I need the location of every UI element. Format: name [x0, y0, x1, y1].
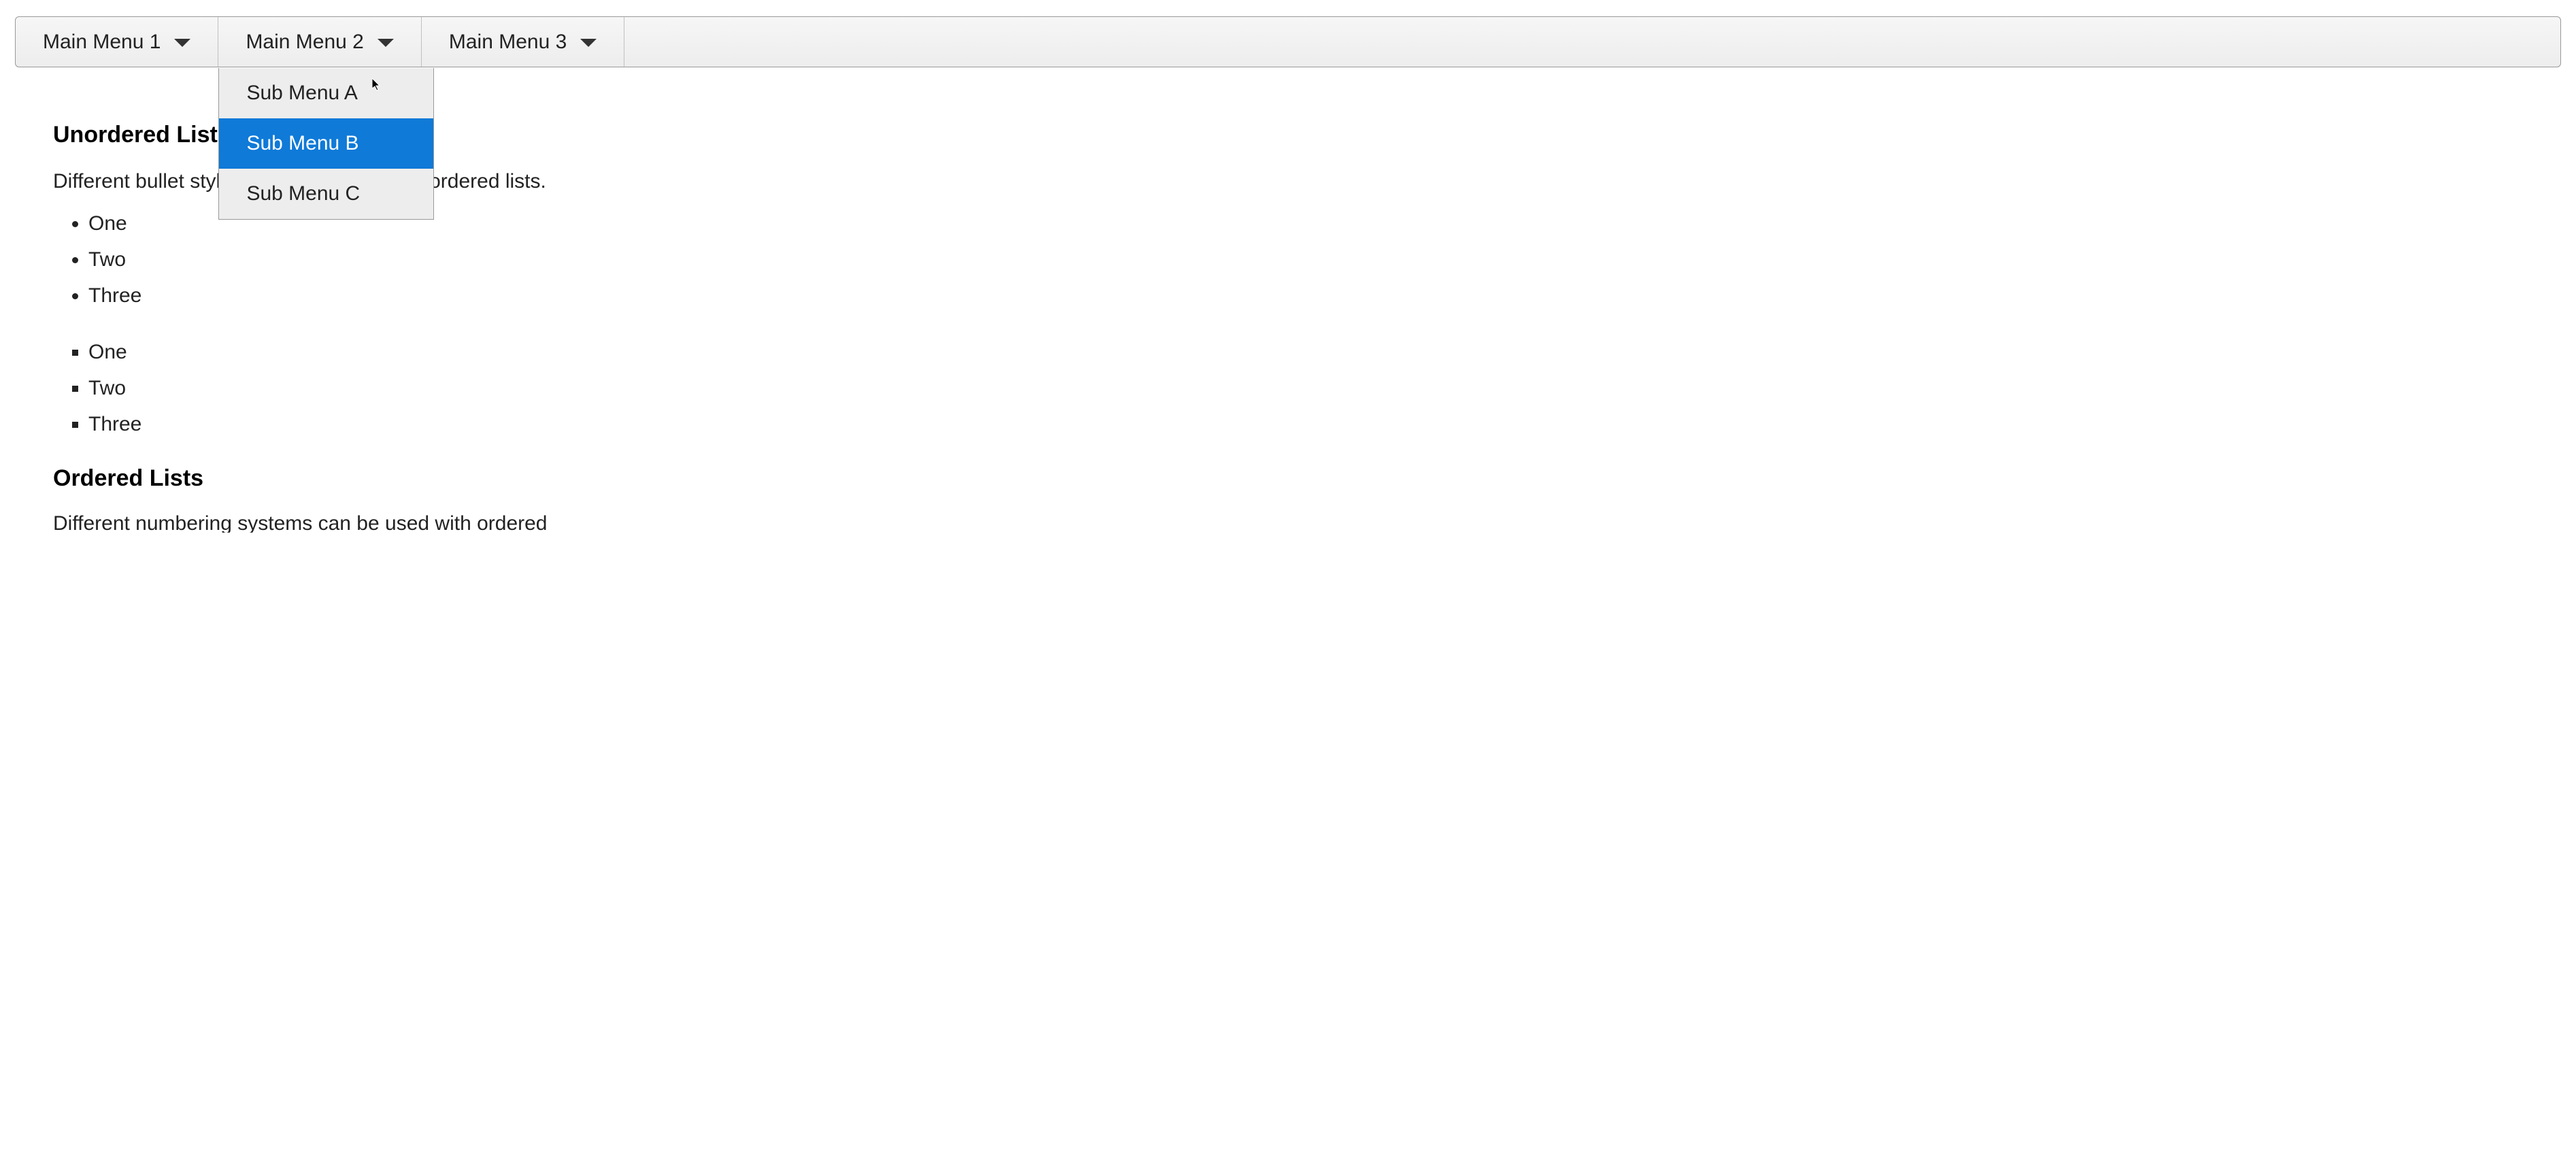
menubar: Main Menu 1 Main Menu 2 Sub Menu A Sub M… [15, 16, 2561, 67]
dropdown-arrow-icon [174, 37, 190, 47]
submenu-item-a[interactable]: Sub Menu A [219, 68, 433, 118]
menu-item-label: Main Menu 2 [246, 31, 363, 54]
list-item: Two [88, 370, 2523, 406]
main-menu-2[interactable]: Main Menu 2 Sub Menu A Sub Menu B Sub Me… [218, 17, 421, 67]
list-item: Two [88, 241, 2523, 278]
list-item: Three [88, 406, 2523, 442]
submenu-item-c[interactable]: Sub Menu C [219, 169, 433, 219]
menu-item-label: Main Menu 3 [449, 31, 567, 54]
submenu-item-b[interactable]: Sub Menu B [219, 118, 433, 169]
submenu-item-label: Sub Menu A [246, 82, 357, 104]
dropdown-arrow-icon [378, 37, 394, 47]
menu-item-label: Main Menu 1 [43, 31, 161, 54]
submenu-item-label: Sub Menu B [246, 132, 358, 154]
main-menu-3[interactable]: Main Menu 3 [422, 17, 624, 67]
main-menu-1[interactable]: Main Menu 1 [16, 17, 218, 67]
list-item: Three [88, 278, 2523, 314]
list-item: One [88, 205, 2523, 241]
heading-ordered-lists: Ordered Lists [53, 465, 2523, 492]
submenu: Sub Menu A Sub Menu B Sub Menu C [218, 68, 434, 220]
dropdown-arrow-icon [580, 37, 597, 47]
submenu-item-label: Sub Menu C [246, 182, 360, 205]
ordered-lists-description: Different numbering systems can be used … [53, 512, 2523, 533]
list-disc: One Two Three [88, 205, 2523, 314]
list-item: One [88, 334, 2523, 370]
list-square: One Two Three [88, 334, 2523, 442]
